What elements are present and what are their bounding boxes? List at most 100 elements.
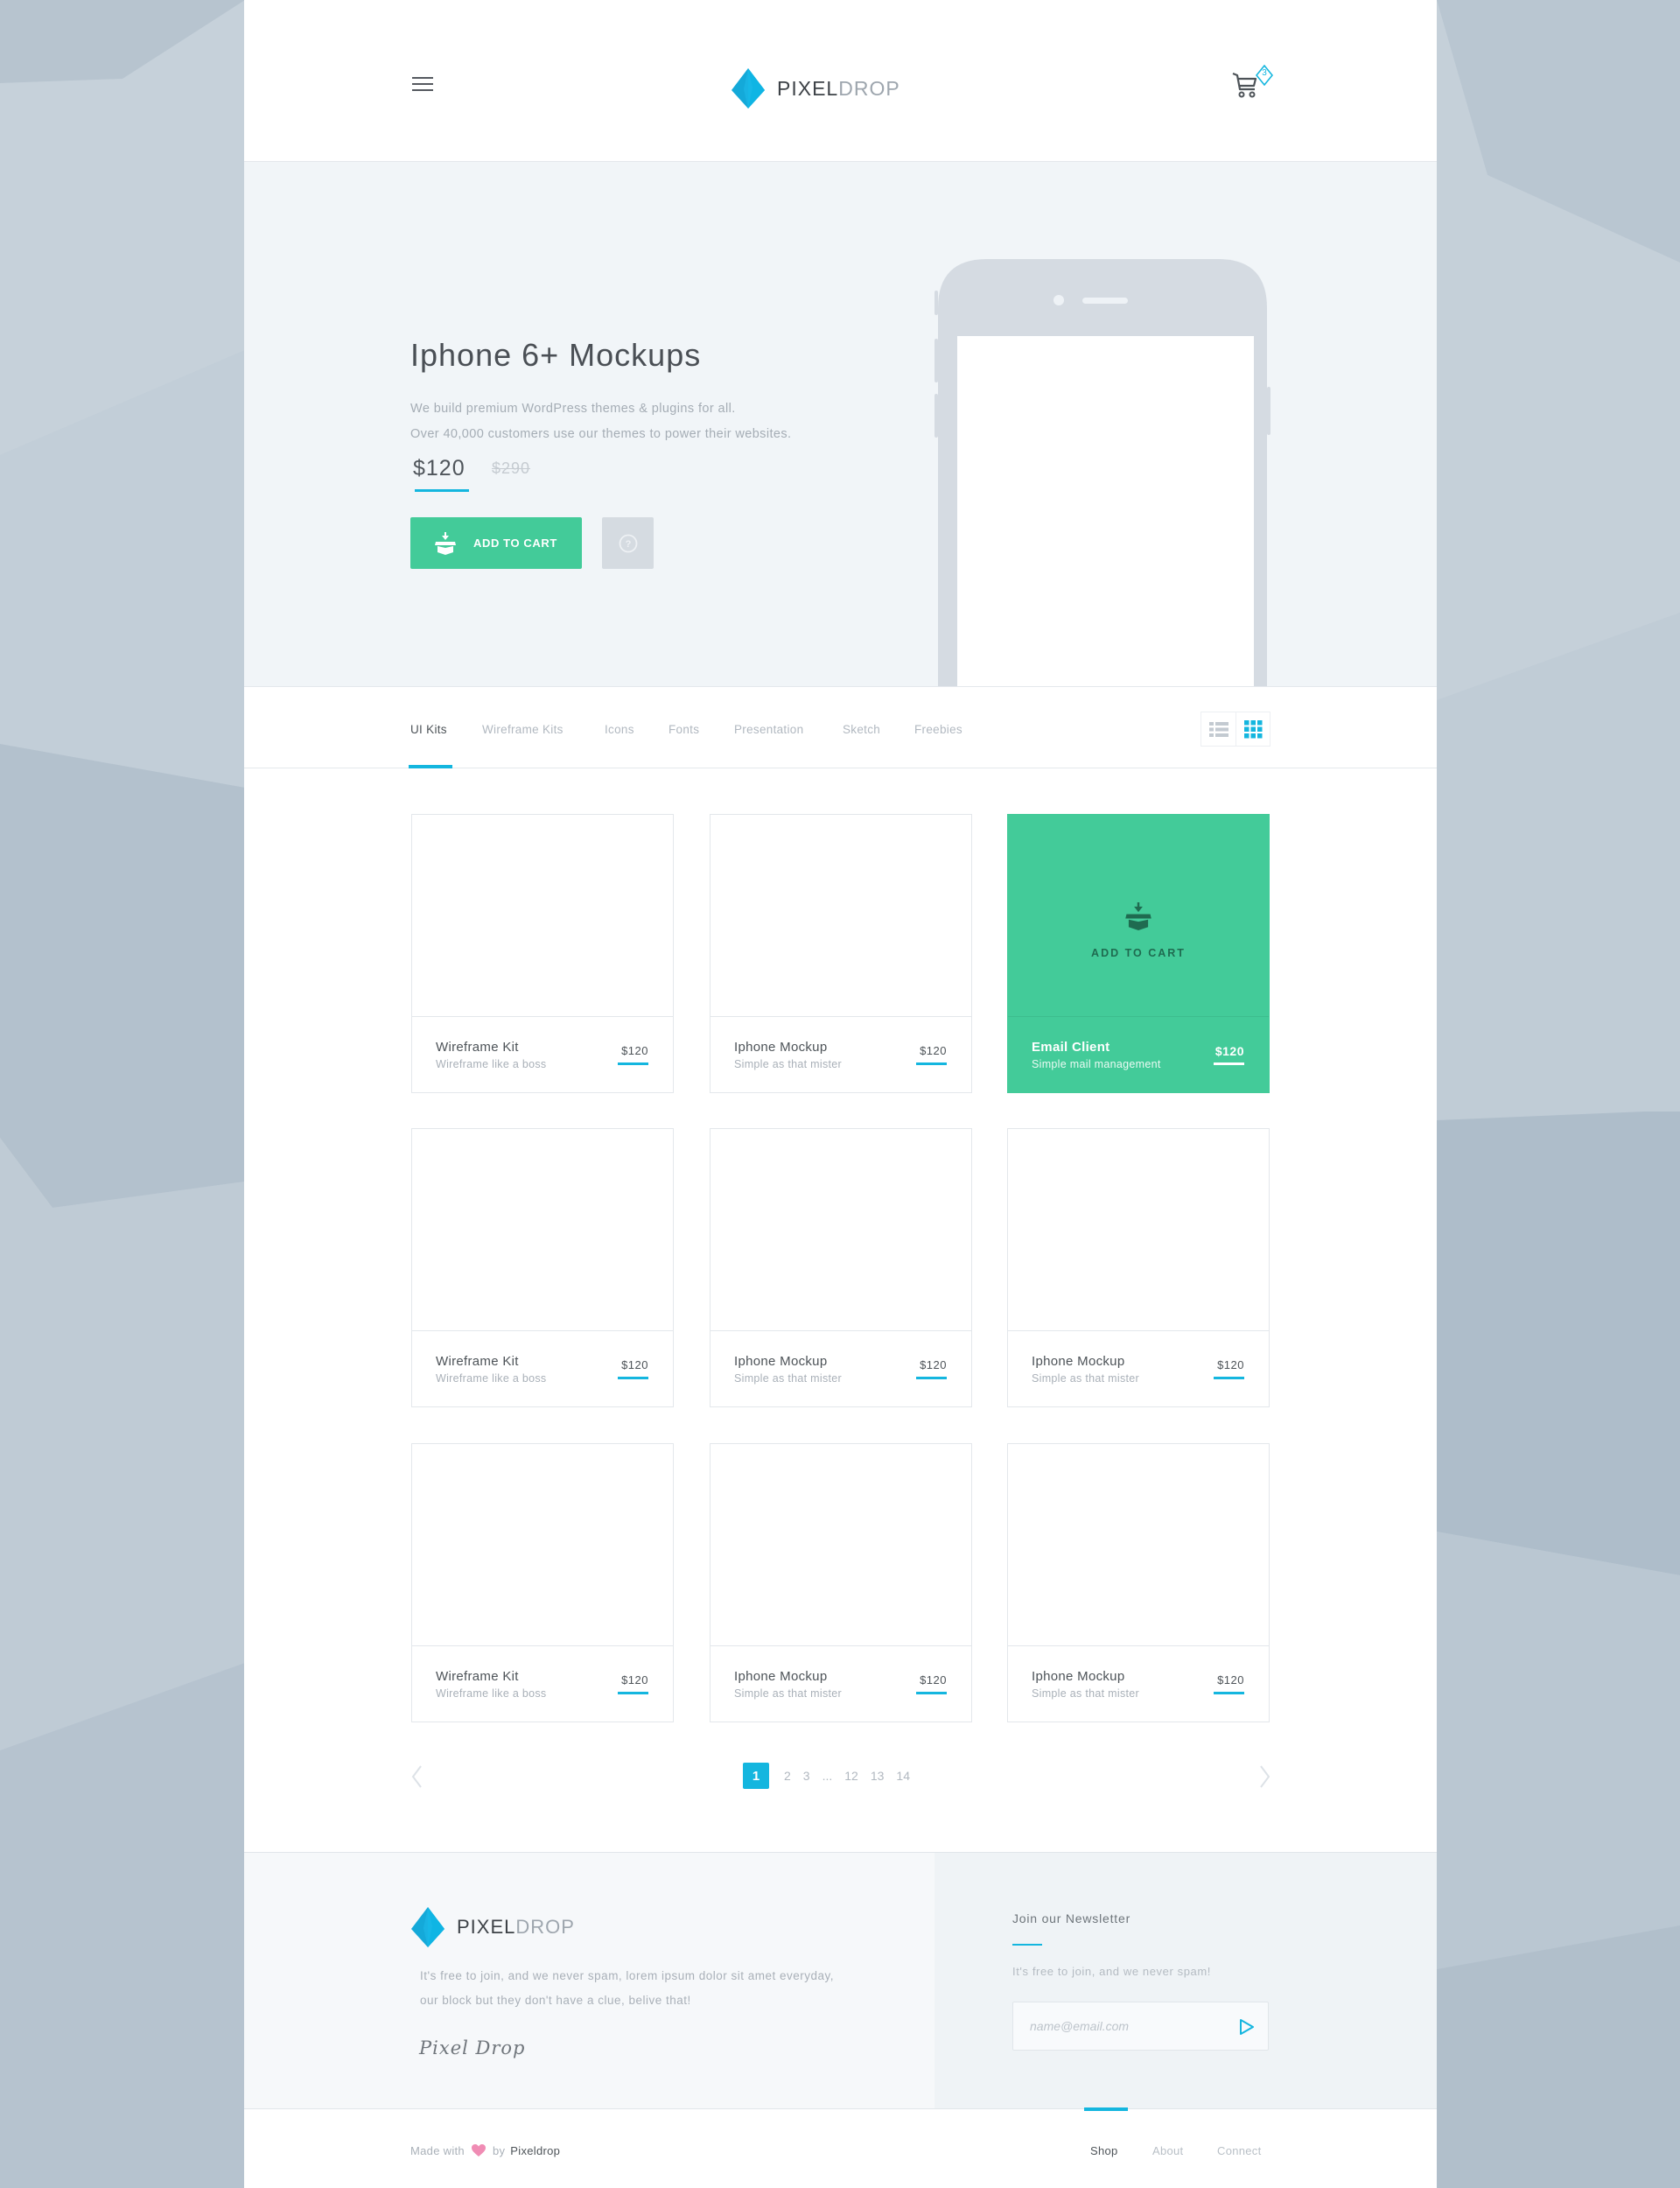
page-12[interactable]: 12: [844, 1769, 858, 1783]
site-logo[interactable]: PIXELDROP: [732, 68, 900, 109]
made-with-by: by: [492, 2144, 506, 2157]
page-3[interactable]: 3: [803, 1769, 810, 1783]
card-add-to-cart-label: ADD TO CART: [1091, 947, 1186, 959]
site-header: PIXELDROP 3: [244, 0, 1437, 162]
footer-link-connect[interactable]: Connect: [1217, 2144, 1262, 2157]
footer-about: PIXELDROP It's free to join, and we neve…: [244, 1853, 934, 2108]
price-underline: [916, 1062, 947, 1065]
footer-about-text: It's free to join, and we never spam, lo…: [420, 1964, 834, 2013]
active-tab-indicator: [409, 765, 452, 768]
logo-wordmark: PIXELDROP: [777, 77, 900, 101]
product-subtitle: Simple as that mister: [1032, 1372, 1140, 1385]
product-price: $120: [920, 1673, 947, 1687]
logo-diamond-icon: [411, 1907, 444, 1947]
product-card[interactable]: Iphone Mockup Simple as that mister $120: [1007, 1128, 1270, 1407]
product-price: $120: [920, 1358, 947, 1371]
price-underline: [916, 1377, 947, 1379]
tab-sketch[interactable]: Sketch: [843, 723, 880, 736]
newsletter-form: [1012, 2002, 1269, 2051]
logo-wordmark: PIXELDROP: [457, 1916, 575, 1939]
product-card[interactable]: Wireframe Kit Wireframe like a boss $120: [411, 1443, 674, 1722]
product-thumbnail: [710, 1129, 971, 1331]
footer-bottom-bar: Made with by Pixeldrop Shop About Connec…: [244, 2107, 1437, 2188]
product-title: Iphone Mockup: [1032, 1669, 1125, 1684]
heart-icon: [471, 2144, 486, 2156]
menu-icon[interactable]: [412, 77, 433, 93]
price-underline: [1214, 1692, 1244, 1694]
add-to-cart-button[interactable]: ADD TO CART: [410, 517, 582, 569]
product-thumbnail: [412, 1129, 673, 1331]
page-2[interactable]: 2: [784, 1769, 791, 1783]
page-container: PIXELDROP 3 Iphone 6+ Mockups We build p…: [244, 0, 1437, 2188]
price-underline: [1214, 1377, 1244, 1379]
product-card[interactable]: Iphone Mockup Simple as that mister $120: [1007, 1443, 1270, 1722]
tab-wireframe-kits[interactable]: Wireframe Kits: [482, 723, 564, 736]
signature: Pixel Drop: [419, 2037, 526, 2058]
newsletter-email-input[interactable]: [1013, 2002, 1223, 2050]
tab-presentation[interactable]: Presentation: [734, 723, 803, 736]
box-icon: [435, 531, 456, 555]
product-thumbnail: [710, 815, 971, 1017]
product-thumbnail: [412, 815, 673, 1017]
product-card[interactable]: Iphone Mockup Simple as that mister $120: [710, 1128, 972, 1407]
product-price: $120: [621, 1673, 648, 1687]
price-underline: [618, 1062, 648, 1065]
made-with-brand[interactable]: Pixeldrop: [510, 2144, 560, 2157]
product-card[interactable]: Iphone Mockup Simple as that mister $120: [710, 814, 972, 1093]
product-subtitle: Simple as that mister: [734, 1687, 843, 1700]
logo-text-drop: DROP: [838, 76, 900, 100]
page-14[interactable]: 14: [896, 1769, 910, 1783]
active-footer-nav-indicator: [1084, 2107, 1128, 2111]
logo-text-pixel: PIXEL: [457, 1916, 516, 1938]
previous-page-button[interactable]: [409, 1764, 426, 1789]
price-underline: [415, 489, 469, 492]
product-thumbnail: [710, 1444, 971, 1646]
page-13[interactable]: 13: [871, 1769, 885, 1783]
product-card[interactable]: Iphone Mockup Simple as that mister $120: [710, 1443, 972, 1722]
product-title: Iphone Mockup: [734, 1040, 828, 1055]
product-card[interactable]: Wireframe Kit Wireframe like a boss $120: [411, 1128, 674, 1407]
product-title: Iphone Mockup: [734, 1669, 828, 1684]
product-card[interactable]: Wireframe Kit Wireframe like a boss $120: [411, 814, 674, 1093]
price-underline: [618, 1377, 648, 1379]
phone-mockup-illustration: [934, 259, 1270, 686]
cart-count: 3: [1262, 68, 1267, 78]
product-thumbnail: [412, 1444, 673, 1646]
tab-freebies[interactable]: Freebies: [914, 723, 962, 736]
price-underline: [618, 1692, 648, 1694]
tab-ui-kits[interactable]: UI Kits: [410, 723, 447, 736]
card-add-to-cart-button[interactable]: ADD TO CART: [1008, 902, 1269, 959]
newsletter-submit-button[interactable]: [1236, 2017, 1256, 2037]
product-title: Wireframe Kit: [436, 1354, 519, 1369]
product-price: $120: [1217, 1358, 1244, 1371]
logo-text-drop: DROP: [515, 1916, 575, 1938]
list-view-button[interactable]: [1201, 712, 1236, 746]
footer-logo[interactable]: PIXELDROP: [411, 1907, 575, 1947]
product-subtitle: Wireframe like a boss: [436, 1372, 547, 1385]
hero-description: We build premium WordPress themes & plug…: [410, 396, 791, 447]
logo-text-pixel: PIXEL: [777, 76, 839, 100]
help-button[interactable]: ?: [602, 517, 654, 569]
product-subtitle: Simple as that mister: [734, 1058, 843, 1070]
footer-link-shop[interactable]: Shop: [1090, 2144, 1118, 2157]
product-card-featured[interactable]: ADD TO CART Email Client Simple mail man…: [1007, 814, 1270, 1093]
tab-fonts[interactable]: Fonts: [668, 723, 699, 736]
chevron-left-icon: [411, 1765, 422, 1788]
made-with-text: Made with: [410, 2144, 465, 2157]
hero-old-price: $290: [492, 459, 531, 477]
view-toggle: [1200, 712, 1270, 747]
newsletter-description: It's free to join, and we never spam!: [1012, 1965, 1212, 1978]
cart-count-badge: 3: [1256, 65, 1273, 86]
footer-link-about[interactable]: About: [1152, 2144, 1183, 2157]
next-page-button[interactable]: [1256, 1764, 1273, 1789]
product-subtitle: Simple as that mister: [734, 1372, 843, 1385]
grid-view-icon: [1243, 719, 1262, 738]
page-1[interactable]: 1: [743, 1763, 769, 1789]
cart-button[interactable]: 3: [1231, 65, 1277, 103]
tab-icons[interactable]: Icons: [605, 723, 634, 736]
product-subtitle: Wireframe like a boss: [436, 1058, 547, 1070]
product-subtitle: Simple as that mister: [1032, 1687, 1140, 1700]
made-with-credit: Made with by Pixeldrop: [410, 2144, 560, 2157]
newsletter-section: Join our Newsletter It's free to join, a…: [934, 1853, 1437, 2108]
grid-view-button[interactable]: [1236, 712, 1270, 746]
